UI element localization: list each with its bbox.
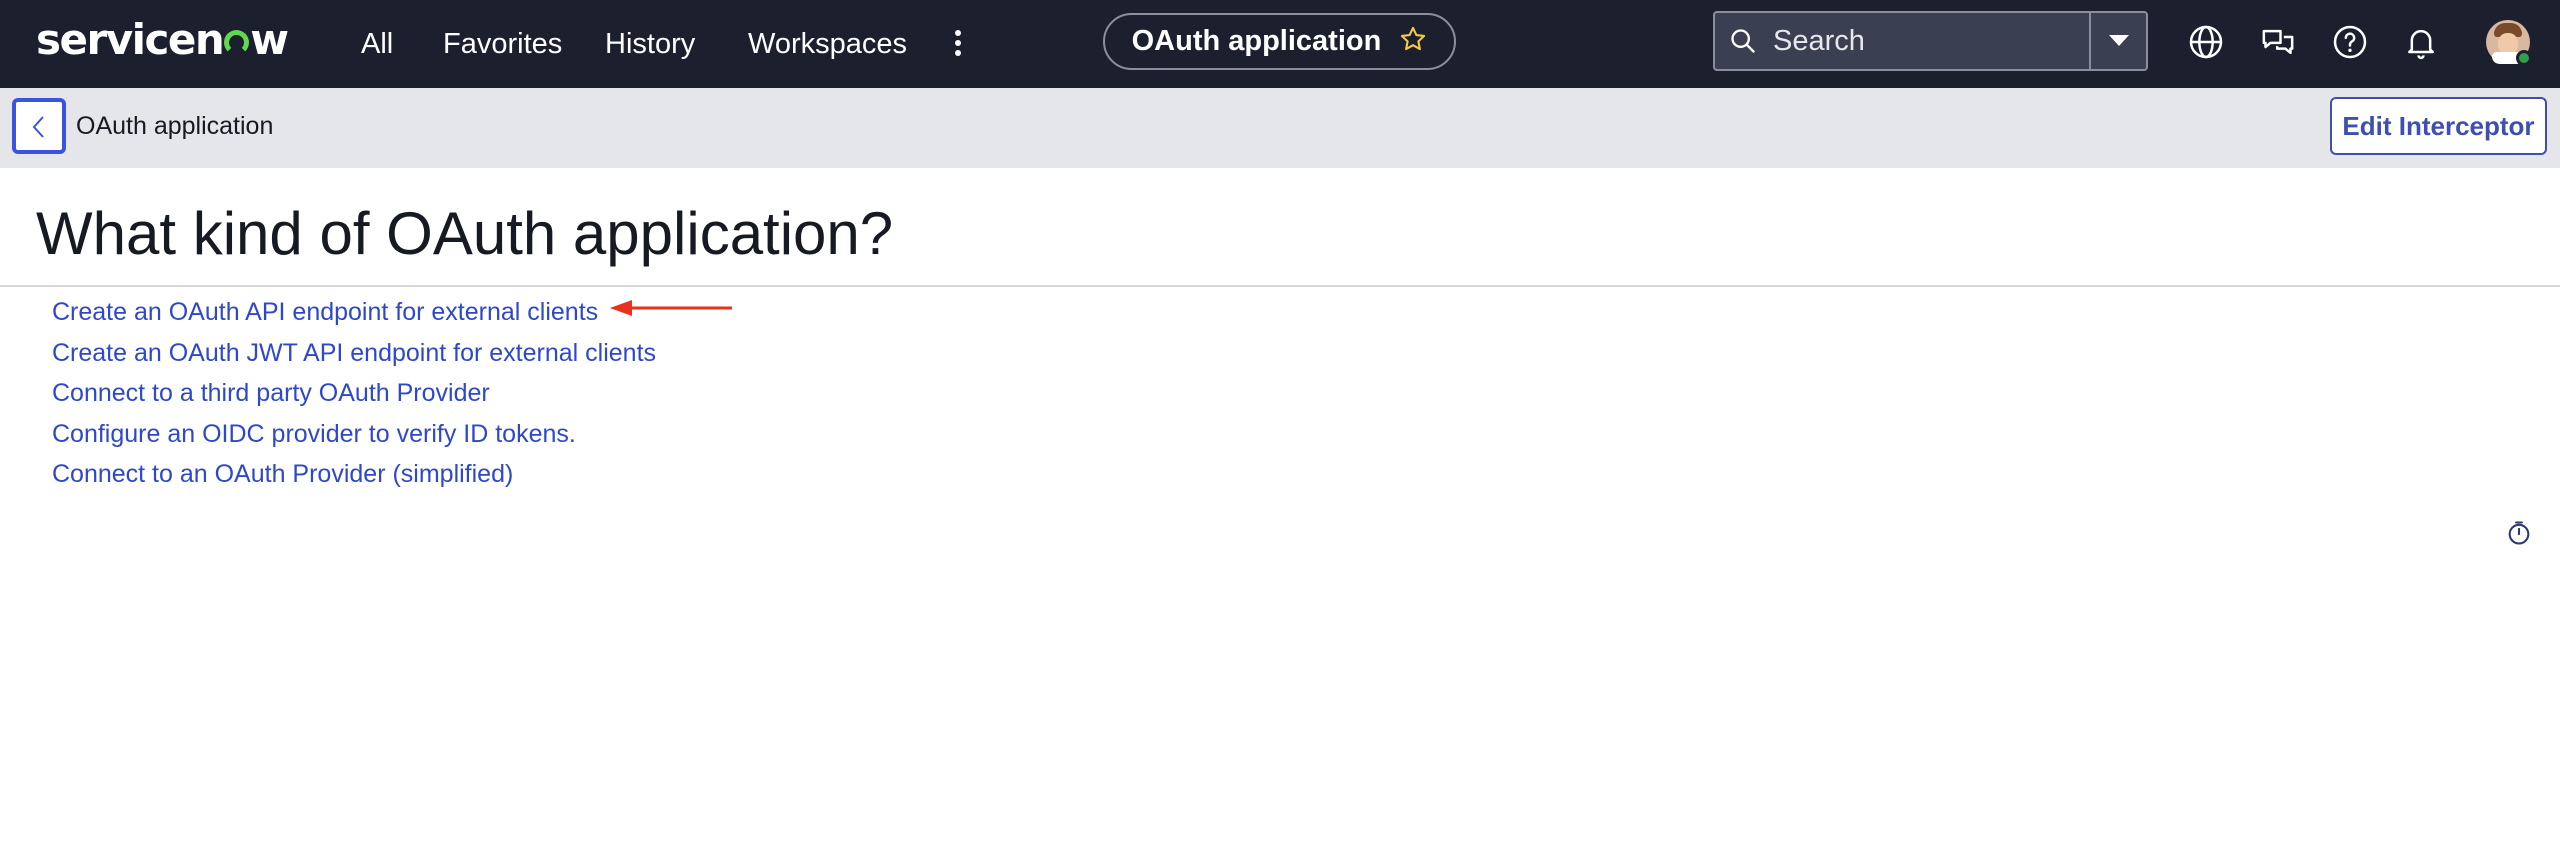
oauth-options-list: Create an OAuth API endpoint for externa… — [52, 292, 656, 495]
nav-favorites[interactable]: Favorites — [443, 20, 562, 68]
form-header-bar: OAuth application Edit Interceptor — [0, 88, 2560, 168]
annotation-arrow — [610, 300, 732, 316]
chat-bubbles-icon[interactable] — [2258, 22, 2298, 62]
bell-icon[interactable] — [2401, 22, 2441, 62]
globe-icon[interactable] — [2186, 22, 2226, 62]
app-context-label: OAuth application — [1131, 25, 1382, 57]
back-button[interactable] — [12, 98, 66, 154]
nav-all[interactable]: All — [361, 20, 393, 68]
option-oidc-provider[interactable]: Configure an OIDC provider to verify ID … — [52, 414, 656, 455]
search-input[interactable] — [1773, 19, 2073, 63]
vertical-ellipsis-icon[interactable] — [946, 26, 970, 62]
help-icon[interactable] — [2330, 22, 2370, 62]
search-icon — [1729, 27, 1757, 60]
star-outline-icon[interactable] — [1399, 18, 1427, 71]
presence-online-indicator — [2516, 50, 2532, 66]
page-heading: What kind of OAuth application? — [36, 200, 894, 267]
app-context-pill[interactable]: OAuth application — [1103, 13, 1456, 70]
option-oauth-api-endpoint[interactable]: Create an OAuth API endpoint for externa… — [52, 292, 656, 333]
global-search — [1713, 11, 2148, 71]
form-title: OAuth application — [76, 112, 274, 140]
search-scope-dropdown[interactable] — [2091, 13, 2146, 69]
heading-divider — [0, 285, 2560, 287]
nav-workspaces[interactable]: Workspaces — [748, 20, 907, 68]
stopwatch-icon[interactable] — [2505, 519, 2533, 547]
top-navigation-bar: servicen w All Favorites History Workspac… — [0, 0, 2560, 88]
option-oauth-jwt-api-endpoint[interactable]: Create an OAuth JWT API endpoint for ext… — [52, 333, 656, 374]
edit-interceptor-button[interactable]: Edit Interceptor — [2330, 97, 2547, 155]
option-oauth-provider-simplified[interactable]: Connect to an OAuth Provider (simplified… — [52, 454, 656, 495]
nav-history[interactable]: History — [605, 20, 695, 68]
chevron-left-icon — [32, 116, 44, 138]
servicenow-logo[interactable]: servicen w — [36, 12, 289, 68]
user-avatar[interactable] — [2486, 20, 2532, 66]
option-third-party-oauth-provider[interactable]: Connect to a third party OAuth Provider — [52, 373, 656, 414]
